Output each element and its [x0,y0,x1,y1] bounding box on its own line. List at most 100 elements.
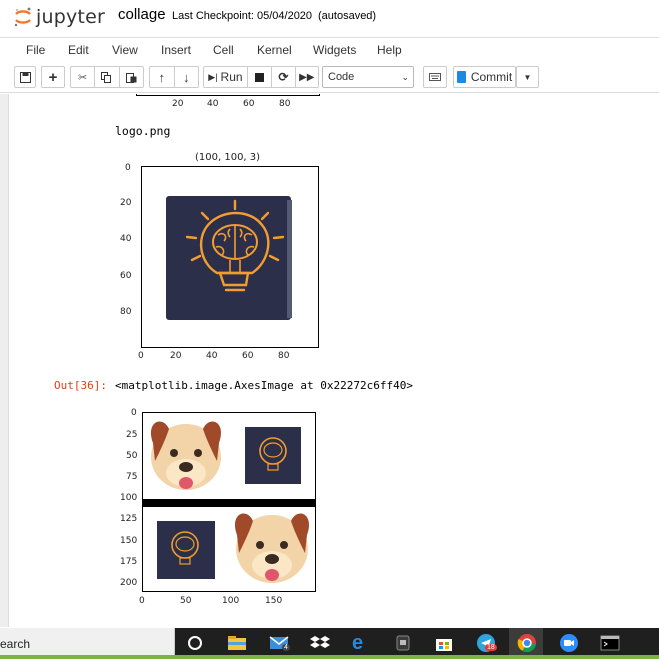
menu-edit[interactable]: Edit [68,43,89,57]
jupyter-window: jupyter collage Last Checkpoint: 05/04/2… [0,0,659,659]
stop-icon [255,72,265,82]
task-view-button[interactable] [185,633,205,653]
arrow-down-icon: ↓ [183,69,190,85]
logo-image-axes [141,166,319,348]
save-icon [19,71,31,83]
y-tick: 75 [126,472,138,482]
arrow-up-icon: ↑ [158,69,166,85]
dropbox-button[interactable] [310,633,330,653]
collage-image [143,421,315,583]
move-up-button[interactable]: ↑ [150,67,174,87]
menu-view[interactable]: View [112,43,138,57]
caret-down-icon: ▼ [523,72,532,82]
y-tick: 175 [120,557,138,567]
task-view-icon [188,636,202,650]
x-tick: 0 [139,596,145,606]
notebook-area: 20 40 60 80 logo.png (100, 100, 3) 0 20 … [0,94,659,627]
commit-button[interactable]: Commit [453,66,516,88]
command-palette-button[interactable] [423,66,447,88]
run-button[interactable]: ▶| Run [204,67,247,87]
app-icon [396,635,410,651]
keyboard-icon [429,73,441,81]
y-tick: 125 [120,514,138,524]
x-tick: 150 [265,596,283,606]
separator-bar [143,499,315,507]
y-tick: 80 [120,307,132,317]
scissors-icon: ✂ [78,71,88,84]
paste-icon [125,72,137,83]
telegram-button[interactable]: 18 [476,633,497,653]
toolbar: + ✂ ↑ ↓ ▶| Run ⟳ ▶▶ Code ⌄ Commit ▼ [0,63,659,93]
x-tick: 60 [243,99,255,109]
autosave-status: (autosaved) [318,10,377,22]
paste-button[interactable] [120,67,143,87]
checkpoint-status: Last Checkpoint: 05/04/2020 [172,10,313,22]
terminal-button[interactable] [600,633,620,653]
y-tick: 50 [126,451,138,461]
cell-type-select[interactable]: Code ⌄ [322,66,414,88]
app-button[interactable] [393,633,413,653]
collage-image-axes [142,412,316,592]
chrome-button[interactable] [517,633,537,653]
y-tick: 0 [131,408,137,418]
x-tick: 60 [242,351,254,361]
menu-insert[interactable]: Insert [161,43,191,57]
notebook-name[interactable]: collage [118,6,166,23]
chrome-icon [517,634,536,653]
x-tick: 20 [172,99,184,109]
mail-button[interactable]: 4 [269,633,290,653]
menu-kernel[interactable]: Kernel [257,43,292,57]
y-tick: 0 [125,163,131,173]
y-tick: 100 [120,493,138,503]
x-tick: 80 [278,351,290,361]
y-tick: 150 [120,536,138,546]
dropbox-icon [310,636,330,648]
menu-help[interactable]: Help [377,43,402,57]
previous-plot-axes [136,94,320,96]
header: jupyter collage Last Checkpoint: 05/04/2… [0,0,659,36]
notebook-page: 20 40 60 80 logo.png (100, 100, 3) 0 20 … [8,94,659,627]
x-tick: 100 [222,596,240,606]
folder-icon [228,636,246,650]
dog-face-bottom-right [234,513,310,583]
commit-dropdown-button[interactable]: ▼ [516,66,539,88]
menu-file[interactable]: File [26,43,45,57]
insert-cell-button[interactable]: + [41,66,65,88]
x-tick: 80 [279,99,291,109]
logo-text: jupyter [36,6,105,28]
copy-icon [101,71,112,83]
y-tick: 40 [120,234,132,244]
move-down-button[interactable]: ↓ [175,67,199,87]
cell-type-value: Code [328,71,355,83]
git-commit-icon [456,71,466,83]
output-prompt: Out[36]: [54,379,107,392]
jupyter-logo[interactable]: jupyter [14,6,105,28]
logo-top-right [245,427,301,484]
x-tick: 50 [180,596,192,606]
fast-forward-icon: ▶▶ [299,71,315,83]
file-explorer-button[interactable] [227,633,247,653]
zoom-button[interactable] [559,633,579,653]
edge-icon: e [352,632,364,654]
search-text: earch [0,637,31,651]
jupyter-logo-icon [14,7,31,27]
edge-button[interactable]: e [352,633,372,653]
menu-widgets[interactable]: Widgets [313,43,356,57]
plus-icon: + [48,68,58,86]
plot-title: (100, 100, 3) [195,152,261,163]
menu-cell[interactable]: Cell [213,43,234,57]
copy-button[interactable] [95,67,118,87]
cut-button[interactable]: ✂ [71,67,94,87]
x-tick: 40 [207,99,219,109]
save-button[interactable] [14,66,36,88]
interrupt-button[interactable] [248,67,271,87]
x-tick: 20 [170,351,182,361]
store-icon [436,639,452,651]
run-button-group: ▶| Run ⟳ ▶▶ [203,66,319,88]
mail-badge: 4 [282,644,290,651]
restart-run-all-button[interactable]: ▶▶ [296,67,318,87]
output-filename: logo.png [115,124,171,138]
restart-button[interactable]: ⟳ [272,67,294,87]
store-button[interactable] [434,633,454,653]
telegram-badge: 18 [485,644,497,651]
